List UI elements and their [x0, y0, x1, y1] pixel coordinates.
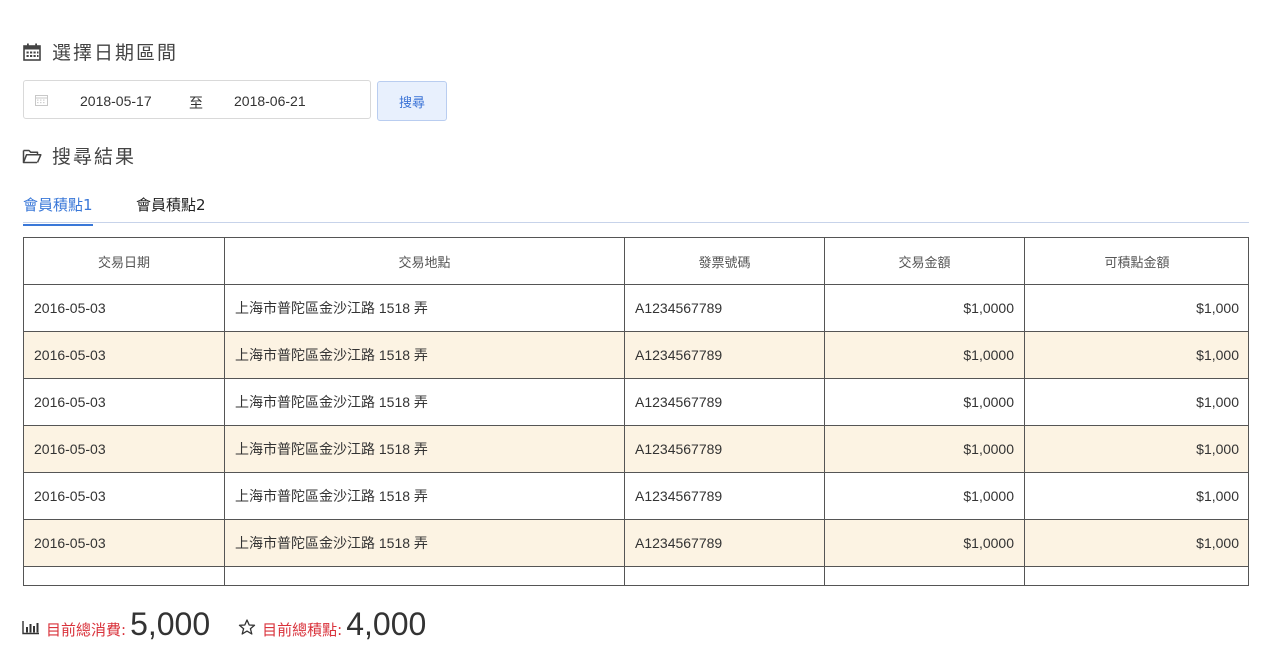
- search-button[interactable]: 搜尋: [377, 81, 447, 121]
- cell-amount: $1,0000: [824, 284, 1025, 332]
- total-points-label: 目前總積點:: [262, 621, 343, 639]
- start-date-input[interactable]: 2018-05-17: [80, 93, 152, 109]
- cell-date: 2016-05-03: [24, 284, 225, 332]
- calendar-small-icon: [35, 95, 48, 106]
- cell-location: 上海市普陀區金沙江路 1518 弄: [224, 378, 625, 426]
- search-results-title: 搜尋結果: [52, 146, 137, 168]
- star-outline-icon: [238, 619, 256, 635]
- table-row: 2016-05-03 上海市普陀區金沙江路 1518 弄 A1234567789…: [24, 472, 1248, 520]
- cell-amount: $1,0000: [824, 519, 1025, 567]
- table-row: 2016-05-03 上海市普陀區金沙江路 1518 弄 A1234567789…: [24, 331, 1248, 379]
- cell-invoice: A1234567789: [624, 425, 825, 473]
- column-header-eligible-amount: 可積點金額: [1024, 238, 1248, 285]
- table-header-row: 交易日期 交易地點 發票號碼 交易金額 可積點金額: [24, 238, 1248, 285]
- cell-location: 上海市普陀區金沙江路 1518 弄: [224, 472, 625, 520]
- cell-invoice: A1234567789: [624, 519, 825, 567]
- folder-open-icon: [22, 149, 42, 163]
- cell-date: 2016-05-03: [24, 378, 225, 426]
- table-row: 2016-05-03 上海市普陀區金沙江路 1518 弄 A1234567789…: [24, 425, 1248, 473]
- cell-eligible-amount: $1,000: [1024, 472, 1248, 520]
- cell-eligible-amount: $1,000: [1024, 284, 1248, 332]
- tab-member-points-2[interactable]: 會員積點2: [136, 194, 206, 224]
- cell-date: 2016-05-03: [24, 425, 225, 473]
- cell-invoice: A1234567789: [624, 378, 825, 426]
- total-points-value: 4,000: [346, 606, 427, 642]
- total-spend-label: 目前總消費:: [46, 621, 127, 639]
- cell-eligible-amount: $1,000: [1024, 331, 1248, 379]
- cell-eligible-amount: $1,000: [1024, 425, 1248, 473]
- date-separator: 至: [189, 95, 203, 111]
- tab-member-points-1[interactable]: 會員積點1: [23, 194, 93, 226]
- total-points: 目前總積點: 4,000: [238, 606, 426, 643]
- date-range-heading: 選擇日期區間: [22, 38, 178, 65]
- column-header-date: 交易日期: [24, 238, 225, 285]
- cell-location: 上海市普陀區金沙江路 1518 弄: [224, 284, 625, 332]
- cell-eligible-amount: $1,000: [1024, 519, 1248, 567]
- totals-summary: 目前總消費: 5,000 目前總積點: 4,000: [22, 606, 454, 643]
- table-row: 2016-05-03 上海市普陀區金沙江路 1518 弄 A1234567789…: [24, 284, 1248, 332]
- cell-amount: $1,0000: [824, 378, 1025, 426]
- table-row: 2016-05-03 上海市普陀區金沙江路 1518 弄 A1234567789…: [24, 378, 1248, 426]
- column-header-amount: 交易金額: [824, 238, 1025, 285]
- end-date-input[interactable]: 2018-06-21: [234, 93, 306, 109]
- transactions-table-container[interactable]: 交易日期 交易地點 發票號碼 交易金額 可積點金額 2016-05-03 上海市…: [23, 237, 1249, 586]
- cell-date: 2016-05-03: [24, 472, 225, 520]
- column-header-invoice: 發票號碼: [624, 238, 825, 285]
- cell-invoice: A1234567789: [624, 331, 825, 379]
- column-header-location: 交易地點: [224, 238, 625, 285]
- cell-location: 上海市普陀區金沙江路 1518 弄: [224, 331, 625, 379]
- cell-location: 上海市普陀區金沙江路 1518 弄: [224, 519, 625, 567]
- date-range-title: 選擇日期區間: [52, 42, 179, 64]
- cell-invoice: A1234567789: [624, 472, 825, 520]
- cell-date: 2016-05-03: [24, 519, 225, 567]
- table-row: 2016-05-03 上海市普陀區金沙江路 1518 弄 A1234567789…: [24, 519, 1248, 567]
- bar-chart-icon: [22, 621, 39, 635]
- date-range-picker[interactable]: 2018-05-17 至 2018-06-21: [23, 80, 371, 119]
- cell-location: 上海市普陀區金沙江路 1518 弄: [224, 425, 625, 473]
- total-spend-value: 5,000: [130, 606, 211, 642]
- cell-amount: $1,0000: [824, 331, 1025, 379]
- search-results-heading: 搜尋結果: [22, 142, 136, 169]
- calendar-icon: [23, 43, 41, 61]
- transactions-table: 交易日期 交易地點 發票號碼 交易金額 可積點金額 2016-05-03 上海市…: [24, 238, 1248, 585]
- table-row-partial: [24, 566, 1248, 585]
- cell-invoice: A1234567789: [624, 284, 825, 332]
- total-spend: 目前總消費: 5,000: [22, 606, 210, 643]
- cell-date: 2016-05-03: [24, 331, 225, 379]
- cell-amount: $1,0000: [824, 425, 1025, 473]
- cell-eligible-amount: $1,000: [1024, 378, 1248, 426]
- cell-amount: $1,0000: [824, 472, 1025, 520]
- tab-bar: 會員積點1 會員積點2: [23, 186, 1249, 226]
